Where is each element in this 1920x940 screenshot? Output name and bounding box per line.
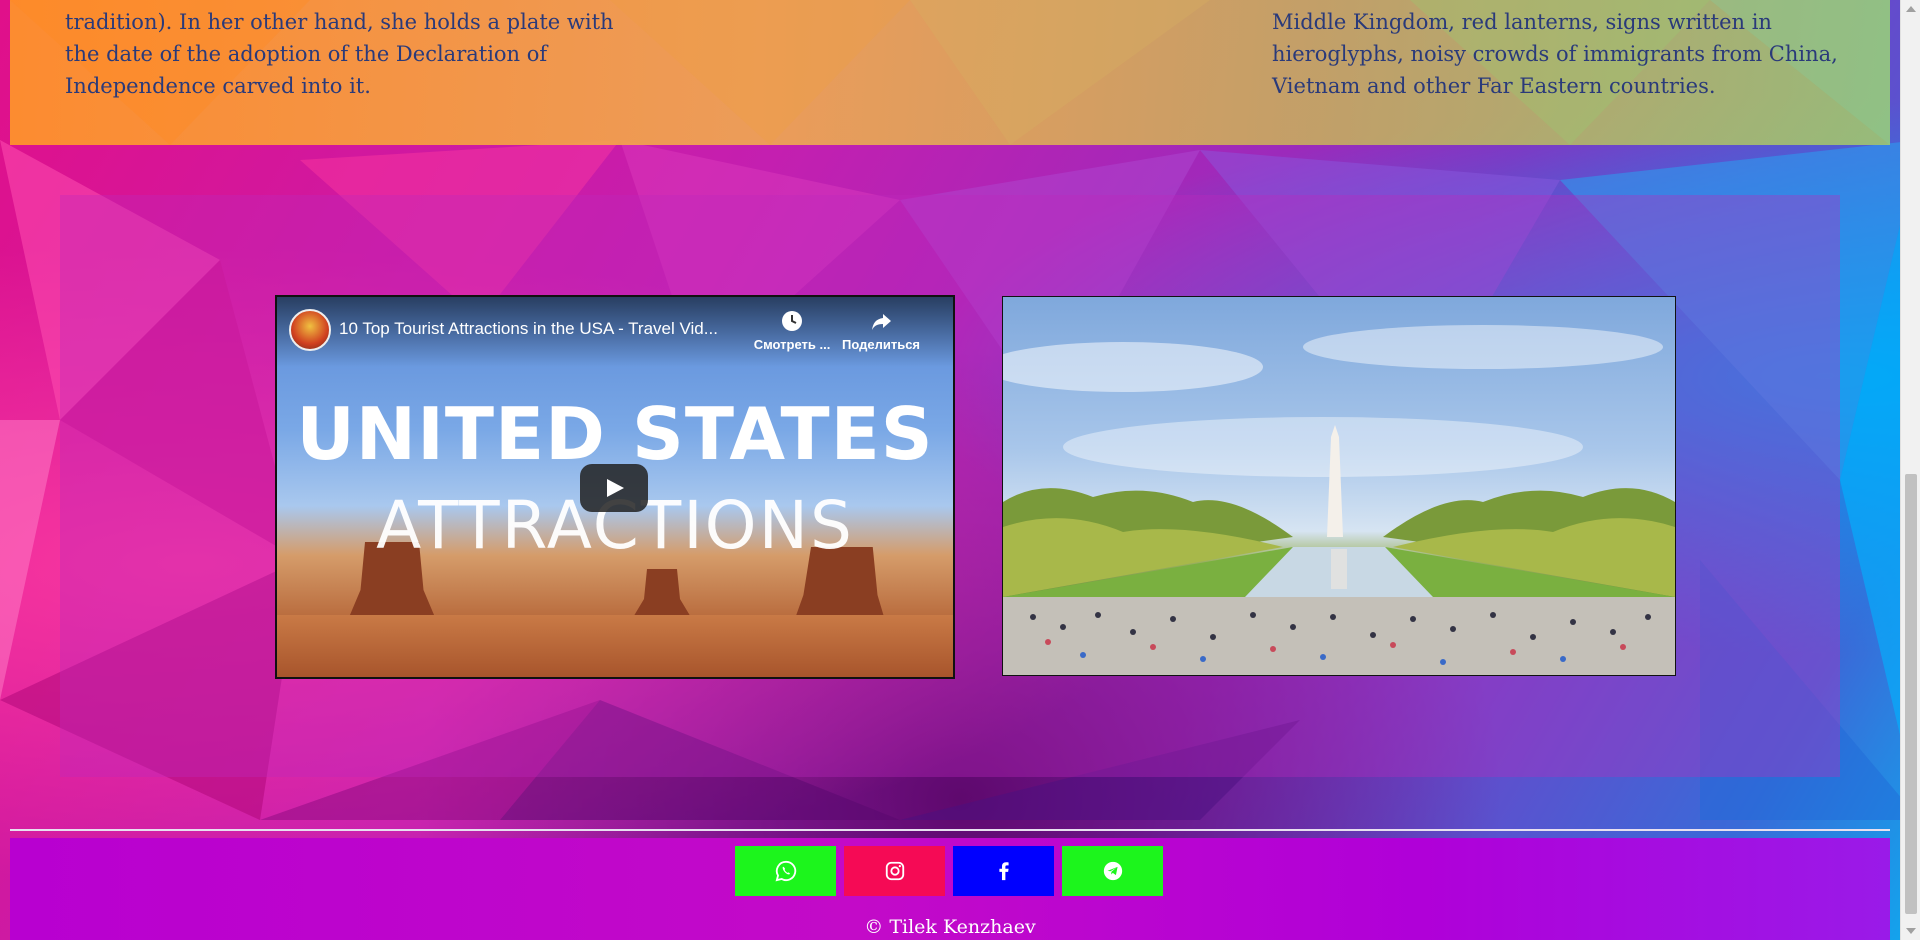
scroll-up-arrow-icon[interactable] — [1906, 6, 1916, 12]
video-embed[interactable]: UNITED STATES ATTRACTIONS 10 Top Tourist… — [275, 295, 955, 679]
clock-icon — [782, 311, 802, 331]
watch-later-button[interactable]: Смотреть ... — [747, 309, 837, 352]
share-arrow-icon — [872, 314, 891, 330]
whatsapp-icon — [775, 860, 796, 882]
thumbnail-ground — [277, 615, 953, 677]
footer-divider — [10, 829, 1890, 831]
watch-later-label: Смотреть ... — [753, 337, 831, 352]
footer: © Tilek Kenzhaev — [10, 838, 1890, 940]
article-paragraph-left: tradition). In her other hand, she holds… — [65, 10, 614, 98]
play-icon[interactable] — [580, 464, 648, 512]
page: tradition). In her other hand, she holds… — [0, 0, 1920, 940]
instagram-icon — [885, 861, 904, 881]
channel-avatar-icon[interactable] — [289, 309, 331, 351]
facebook-button[interactable] — [953, 846, 1054, 896]
page-scrollbar[interactable] — [1900, 0, 1920, 940]
telegram-button[interactable] — [1062, 846, 1163, 896]
article-paragraph-right: Middle Kingdom, red lanterns, signs writ… — [1272, 10, 1838, 98]
share-button[interactable]: Поделиться — [836, 309, 926, 352]
copyright-text: © Tilek Kenzhaev — [864, 916, 1036, 938]
thumbnail-rock — [632, 569, 692, 619]
telegram-icon — [1103, 861, 1122, 881]
monument-illustration — [1003, 325, 1675, 675]
whatsapp-button[interactable] — [735, 846, 836, 896]
video-title[interactable]: 10 Top Tourist Attractions in the USA - … — [339, 319, 749, 339]
monument-photo — [1002, 296, 1676, 676]
article-section: tradition). In her other hand, she holds… — [10, 0, 1890, 145]
instagram-button[interactable] — [844, 846, 945, 896]
facebook-icon — [998, 862, 1009, 881]
scrollbar-thumb[interactable] — [1905, 474, 1917, 914]
scroll-down-arrow-icon[interactable] — [1906, 928, 1916, 934]
share-label: Поделиться — [841, 337, 921, 352]
